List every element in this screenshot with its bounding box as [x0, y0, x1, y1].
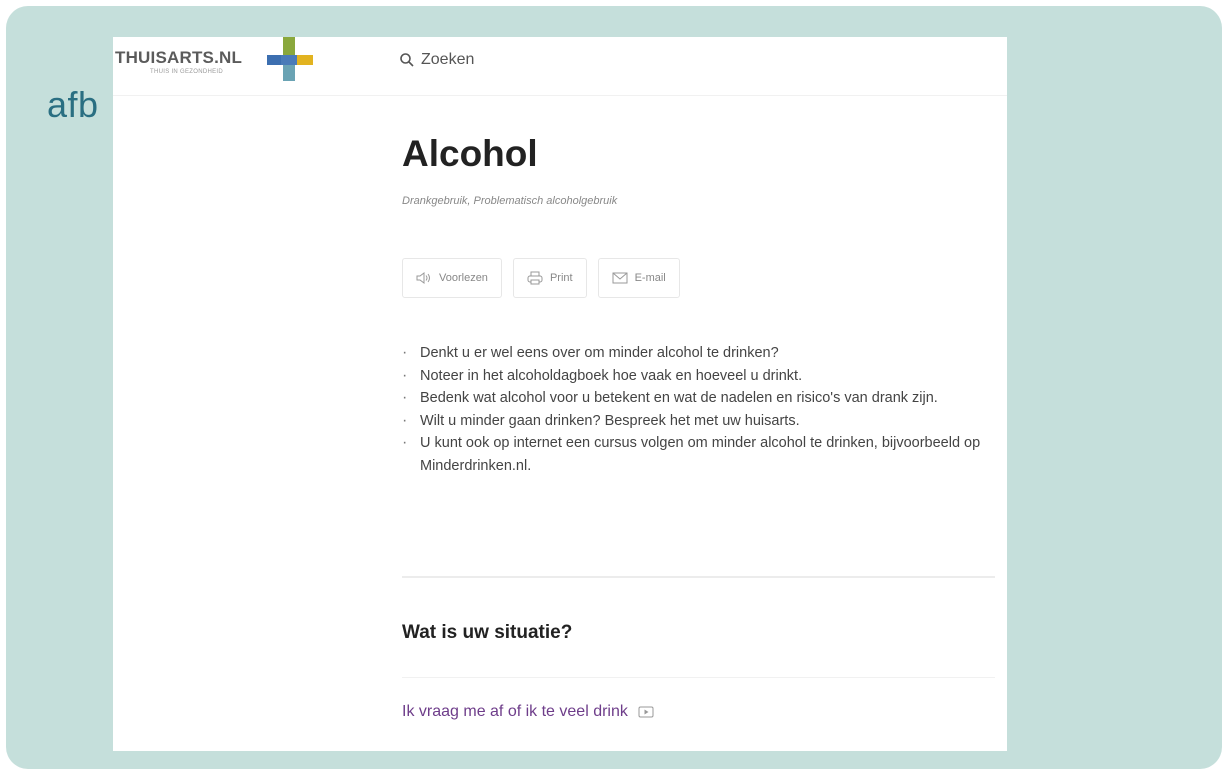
speaker-icon [416, 272, 430, 284]
search-icon [400, 53, 414, 67]
logo-tagline: THUIS IN GEZONDHEID [150, 69, 224, 75]
site-header: THUISARTS.NL THUIS IN GEZONDHEID Zoeken [113, 37, 1007, 96]
divider [402, 677, 995, 678]
list-item: U kunt ook op internet een cursus volgen… [402, 432, 1002, 477]
page-subtitle: Drankgebruik, Problematisch alcoholgebru… [402, 195, 618, 207]
video-icon [638, 706, 654, 718]
list-item: Denkt u er wel eens over om minder alcoh… [402, 342, 1002, 365]
advice-list: Denkt u er wel eens over om minder alcoh… [402, 342, 1002, 477]
slide-label: afb [47, 84, 99, 125]
email-button[interactable]: E-mail [597, 258, 680, 298]
email-label: E-mail [634, 272, 666, 284]
list-item: Noteer in het alcoholdagboek hoe vaak en… [402, 365, 1002, 388]
search-label: Zoeken [421, 51, 475, 68]
page-title: Alcohol [402, 133, 538, 174]
read-aloud-label: Voorlezen [439, 272, 488, 284]
section-divider [402, 576, 995, 578]
list-item: Wilt u minder gaan drinken? Bespreek het… [402, 410, 1002, 433]
read-aloud-button[interactable]: Voorlezen [402, 258, 502, 298]
website-screenshot: THUISARTS.NL THUIS IN GEZONDHEID Zoeken … [113, 37, 1007, 751]
logo-text[interactable]: THUISARTS.NL [115, 48, 242, 68]
list-item: Bedenk wat alcohol voor u betekent en wa… [402, 387, 1002, 410]
print-label: Print [549, 272, 573, 284]
situation-link-text[interactable]: Ik vraag me af of ik te veel drink [402, 703, 628, 721]
envelope-icon [612, 272, 628, 284]
situation-heading: Wat is uw situatie? [402, 622, 573, 643]
action-bar: Voorlezen Print E-mail [402, 258, 680, 298]
printer-icon [527, 271, 543, 285]
situation-link[interactable]: Ik vraag me af of ik te veel drink [402, 703, 654, 721]
logo-cross-icon [267, 37, 313, 83]
search-link[interactable]: Zoeken [399, 51, 474, 69]
print-button[interactable]: Print [512, 258, 587, 298]
